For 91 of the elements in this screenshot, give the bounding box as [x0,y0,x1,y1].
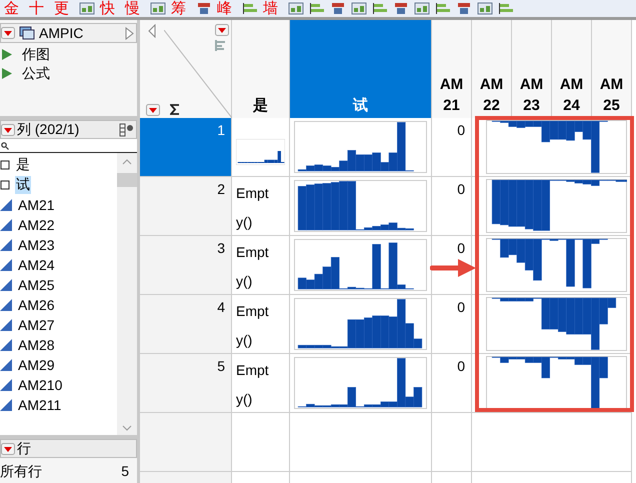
expand-icon[interactable] [125,26,134,40]
toolbar-button[interactable]: 峰 [217,0,232,17]
continuous-icon [0,339,12,351]
continuous-icon [0,399,12,411]
checkbox-icon[interactable] [0,180,10,190]
sparkline [236,139,285,165]
row-number[interactable]: 1 [140,118,232,177]
row-number[interactable]: 2 [140,177,232,236]
column-item[interactable]: AM21 [17,197,56,213]
toolbar-button[interactable]: 更 [54,0,69,17]
column-item[interactable]: AM22 [17,217,56,233]
checkbox-icon[interactable] [0,160,10,170]
toolbar-icon[interactable] [456,2,472,15]
continuous-icon [0,379,12,391]
column-item[interactable]: AM23 [17,237,56,253]
column-header[interactable]: AM22 [472,20,512,118]
table-cell: Empty() [232,354,290,413]
continuous-icon [0,319,12,331]
toolbar-icon[interactable] [196,2,212,15]
search-icon [1,142,9,150]
toolbar-button[interactable]: 墙 [263,0,278,17]
continuous-icon [0,299,12,311]
continuous-icon [0,219,12,231]
sigma-icon[interactable] [170,104,180,115]
chevron-down-icon[interactable] [122,425,132,431]
column-item[interactable]: AM25 [17,277,56,293]
table-cell: Empty() [232,177,290,236]
row-state-label: 所有行 [0,463,42,481]
table-cell: 0 [432,295,472,354]
dropdown-icon[interactable] [1,27,15,39]
table-name: AMPIC [39,25,84,41]
script-item[interactable]: 公式 [22,64,50,82]
toolbar-button[interactable]: 金 [4,0,19,17]
row-number[interactable]: 3 [140,236,232,295]
toolbar-icon[interactable] [393,2,409,15]
collapse-icon[interactable] [148,24,156,38]
column-item[interactable]: AM27 [17,317,56,333]
table-cell: Empty() [232,236,290,295]
row-count: 5 [121,463,129,481]
row-number[interactable]: 4 [140,295,232,354]
table-cell [232,413,290,472]
toolbar-icon[interactable] [330,2,346,15]
toolbar-button[interactable]: 筹 [171,0,186,17]
toolbar-icon[interactable] [242,2,258,15]
toolbar-button[interactable]: 快 [100,0,115,17]
column-item[interactable]: AM29 [17,357,56,373]
scrollbar-thumb[interactable] [117,173,137,187]
column-item[interactable]: AM211 [17,397,62,413]
play-icon[interactable] [2,68,12,79]
toolbar-icon[interactable] [498,2,514,15]
toolbar-button[interactable]: 十 [29,0,44,17]
column-item[interactable]: AM26 [17,297,56,313]
toolbar-icon[interactable] [309,2,325,15]
panel-title: 行 [17,440,32,458]
column-item[interactable]: 是 [15,156,31,174]
table-icon [19,26,35,40]
table-cell [432,413,472,472]
chevron-up-icon[interactable] [122,159,132,165]
continuous-icon [0,199,12,211]
column-item[interactable]: 试 [15,176,31,194]
column-header[interactable]: AM23 [512,20,552,118]
table-cell: Empty() [232,295,290,354]
column-header[interactable]: 是 [232,20,290,118]
column-item[interactable]: AM28 [17,337,56,353]
toolbar-icon[interactable] [435,2,451,15]
toolbar-button[interactable]: 慢 [125,0,140,17]
column-item[interactable]: AM24 [17,257,56,273]
dropdown-icon[interactable] [1,442,15,454]
column-header[interactable]: AM21 [432,20,472,118]
column-header[interactable]: AM24 [552,20,592,118]
panel-title: 列 (202/1) [17,120,80,138]
settings-icon[interactable] [119,122,134,136]
search-field[interactable] [0,139,137,153]
play-icon[interactable] [2,49,12,60]
continuous-icon [0,259,12,271]
toolbar-icon[interactable] [372,2,388,15]
scrollbar[interactable] [117,153,137,435]
script-item[interactable]: 作图 [22,46,50,64]
table-cell: 0 [432,354,472,413]
column-header[interactable]: AM25 [592,20,632,118]
table-cell: 0 [432,118,472,177]
dropdown-icon[interactable] [146,104,160,116]
table-cell: 0 [432,177,472,236]
continuous-icon [0,239,12,251]
dropdown-icon[interactable] [1,124,15,136]
continuous-icon [0,279,12,291]
column-header[interactable]: 试 [290,20,432,118]
column-item[interactable]: AM210 [17,377,64,393]
dropdown-icon[interactable] [215,24,229,36]
continuous-icon [0,359,12,371]
row-number[interactable]: 5 [140,354,232,413]
